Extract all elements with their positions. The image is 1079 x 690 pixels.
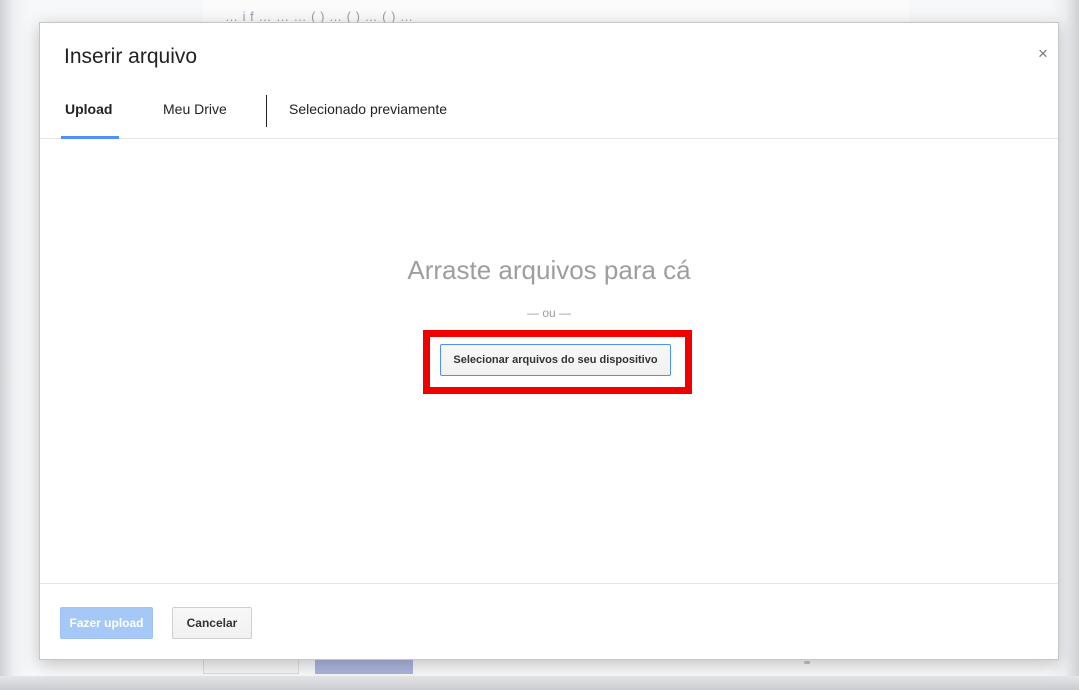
tab-selecionado-previamente[interactable]: Selecionado previamente [289,101,447,117]
upload-button[interactable]: Fazer upload [60,607,153,639]
tab-separator [266,95,267,127]
dialog-title: Inserir arquivo [64,45,198,68]
background-document: … i f … … … ( ) … ( ) … ( ) … [203,0,909,24]
insert-file-dialog: Inserir arquivo × Upload Meu Drive Selec… [39,22,1059,660]
select-files-button[interactable]: Selecionar arquivos do seu dispositivo [440,344,671,376]
dropzone-or-separator: — ou — [526,306,571,320]
close-icon[interactable]: × [1032,43,1054,65]
dialog-footer: Fazer upload Cancelar [40,583,1058,660]
background-primary-button [315,660,413,674]
active-tab-indicator [61,136,119,139]
tab-meu-drive[interactable]: Meu Drive [163,101,227,117]
cancel-button[interactable]: Cancelar [172,607,252,639]
dropzone-title: Arraste arquivos para cá [407,255,691,285]
tab-bar: Upload Meu Drive Selecionado previamente [40,93,1058,139]
background-button [203,660,299,674]
screen-bottom-edge [0,676,1079,690]
tab-upload[interactable]: Upload [65,101,112,117]
background-mark [804,661,810,664]
